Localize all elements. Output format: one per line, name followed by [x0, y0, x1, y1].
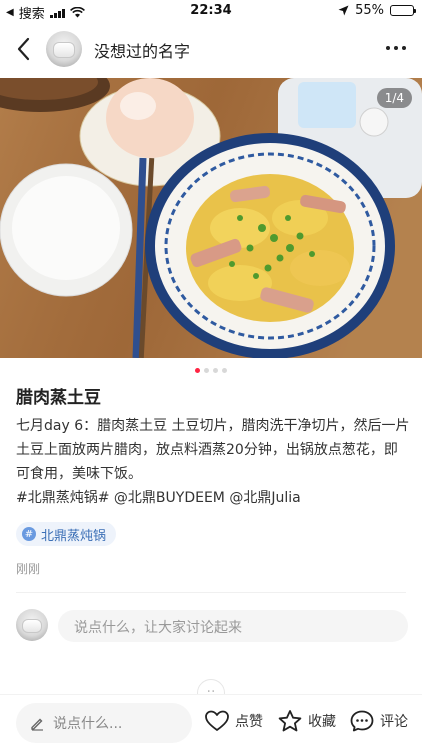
- comment-input[interactable]: 说点什么，让大家讨论起来: [58, 610, 408, 642]
- post-body-text: 七月day 6：腊肉蒸土豆 土豆切片，腊肉洗干净切片，然后一片土豆上面放两片腊肉…: [16, 418, 410, 482]
- topic-chip-label: 北鼎蒸炖锅: [41, 528, 107, 544]
- battery-percent: 55%: [355, 3, 384, 18]
- more-icon[interactable]: [386, 46, 406, 50]
- post-tags-line[interactable]: #北鼎蒸炖锅# @北鼎BUYDEEM @北鼎Julia: [16, 486, 410, 510]
- back-arrow-icon[interactable]: [14, 36, 34, 62]
- comment-label: 评论: [380, 714, 408, 730]
- page-dot: [222, 368, 227, 373]
- pencil-icon: [31, 718, 43, 731]
- collect-label: 收藏: [308, 714, 336, 730]
- post-body: 七月day 6：腊肉蒸土豆 土豆切片，腊肉洗干净切片，然后一片土豆上面放两片腊肉…: [16, 414, 410, 510]
- author-avatar[interactable]: [46, 31, 82, 67]
- bottom-input-placeholder: 说点什么...: [53, 716, 123, 732]
- page-dot: [213, 368, 218, 373]
- user-avatar[interactable]: [16, 609, 48, 641]
- post-title: 腊肉蒸土豆: [16, 388, 101, 408]
- hash-icon: #: [22, 527, 36, 541]
- status-bar: ◀ 搜索 22:34 55%: [0, 0, 422, 22]
- post-header: 没想过的名字: [0, 26, 422, 72]
- collect-button[interactable]: 收藏: [277, 709, 336, 733]
- food-photo-illustration: [0, 78, 422, 358]
- image-pager: 1/4: [376, 88, 412, 108]
- star-icon: [278, 710, 302, 732]
- author-name[interactable]: 没想过的名字: [94, 38, 190, 62]
- topic-chip[interactable]: # 北鼎蒸炖锅: [16, 522, 117, 546]
- page-dot: [204, 368, 209, 373]
- status-right: 55%: [338, 3, 416, 18]
- battery-icon: [390, 5, 416, 16]
- divider: [16, 592, 406, 593]
- bottom-action-bar: 说点什么... 点赞 收藏 评论: [0, 694, 422, 750]
- bottom-comment-input[interactable]: 说点什么...: [16, 703, 192, 743]
- post-time: 刚刚: [16, 562, 41, 576]
- image-page-dots: [0, 368, 422, 373]
- comment-bubble-icon: [350, 710, 374, 732]
- like-button[interactable]: 点赞: [204, 709, 263, 733]
- comment-button[interactable]: 评论: [349, 709, 408, 733]
- heart-icon: [205, 710, 229, 731]
- page-dot-active: [195, 368, 200, 373]
- post-image[interactable]: 1/4: [0, 78, 422, 358]
- like-label: 点赞: [235, 714, 263, 730]
- comment-composer: 说点什么，让大家讨论起来: [0, 608, 422, 644]
- location-arrow-icon: [338, 5, 349, 16]
